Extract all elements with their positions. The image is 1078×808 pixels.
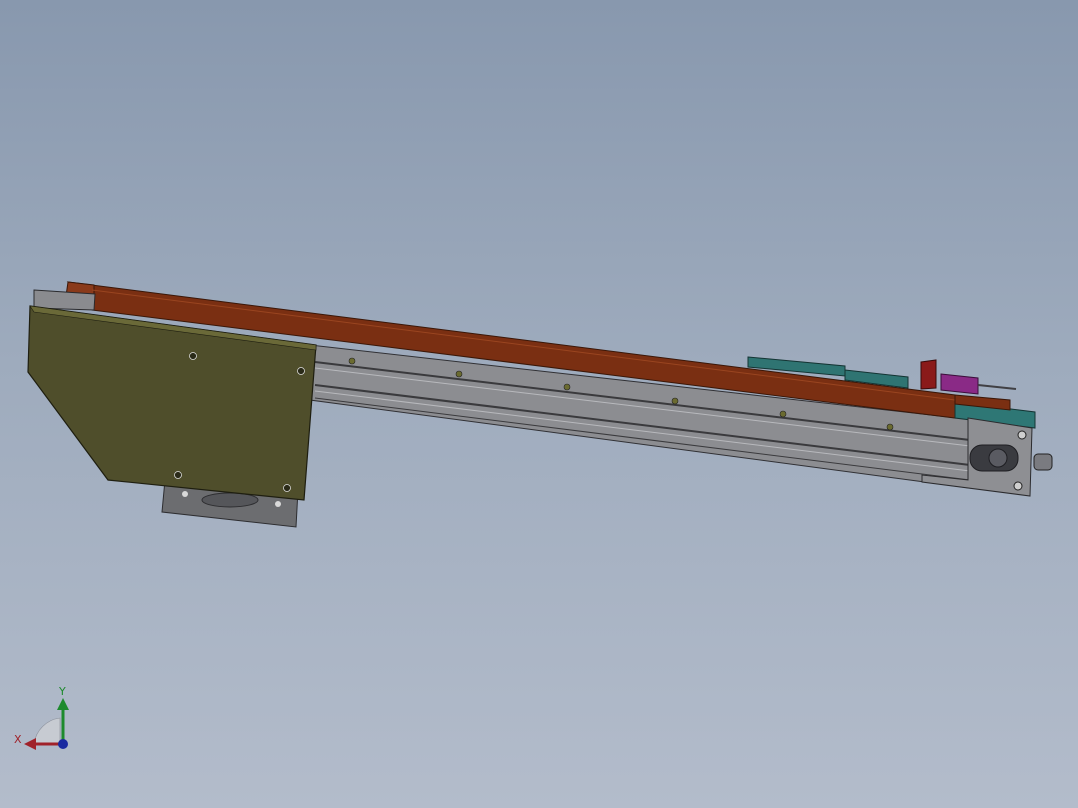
z-axis-dot bbox=[58, 739, 68, 749]
y-axis-label: Y bbox=[58, 685, 66, 698]
triad-quadrant bbox=[33, 717, 61, 745]
x-axis-label: X bbox=[14, 733, 22, 746]
sensor-parts bbox=[920, 359, 1017, 395]
y-axis-arrowhead bbox=[57, 698, 69, 710]
orientation-triad: Y X bbox=[14, 685, 69, 750]
conveyor-assembly-model[interactable] bbox=[0, 0, 1078, 808]
cad-viewport[interactable]: Y X bbox=[0, 0, 1078, 808]
x-axis-arrowhead bbox=[24, 738, 36, 750]
